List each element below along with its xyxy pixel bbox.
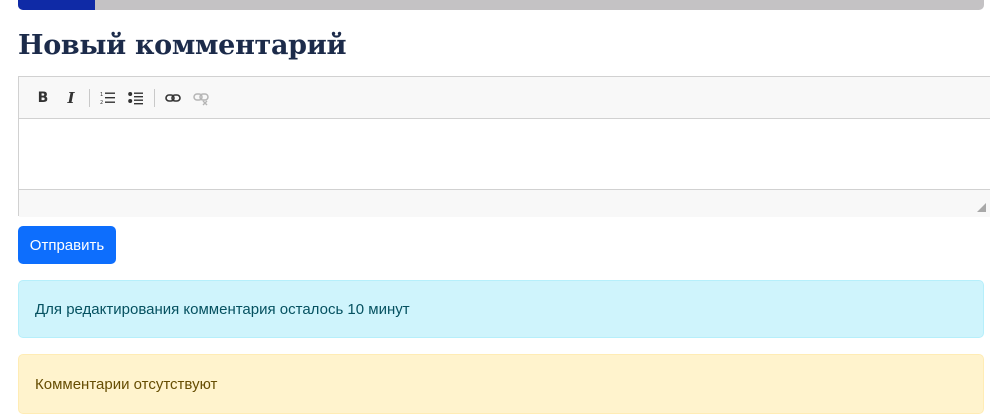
comment-text-area[interactable] — [19, 119, 990, 189]
edit-time-info-text: Для редактирования комментария осталось … — [35, 300, 410, 318]
bold-button[interactable]: B — [31, 86, 55, 110]
numbered-list-button[interactable]: 1 2 — [96, 86, 120, 110]
no-comments-alert: Комментарии отсутствуют — [18, 354, 984, 414]
new-comment-title: Новый комментарий — [18, 30, 347, 61]
numbered-list-icon: 1 2 — [100, 92, 115, 106]
submit-button[interactable]: Отправить — [18, 226, 116, 264]
bulleted-list-icon — [128, 91, 143, 104]
link-button[interactable] — [161, 86, 185, 110]
unlink-icon — [193, 92, 209, 105]
bold-icon: B — [37, 89, 49, 106]
edit-time-info-alert: Для редактирования комментария осталось … — [18, 280, 984, 338]
link-icon — [165, 93, 181, 102]
unlink-button[interactable] — [189, 86, 213, 110]
no-comments-text: Комментарии отсутствуют — [35, 375, 218, 393]
resize-handle-icon[interactable] — [977, 203, 986, 212]
toolbar-separator — [89, 88, 90, 107]
comment-editor: B I 1 2 — [18, 76, 990, 217]
toolbar-separator — [154, 88, 155, 107]
editor-toolbar: B I 1 2 — [19, 77, 990, 119]
reading-progress-bar — [18, 0, 984, 10]
italic-icon: I — [67, 88, 75, 107]
svg-text:2: 2 — [100, 100, 103, 106]
editor-statusbar — [19, 189, 990, 217]
italic-button[interactable]: I — [59, 86, 83, 110]
svg-text:1: 1 — [100, 92, 103, 98]
bulleted-list-button[interactable] — [124, 86, 148, 110]
reading-progress-fill — [18, 0, 96, 10]
